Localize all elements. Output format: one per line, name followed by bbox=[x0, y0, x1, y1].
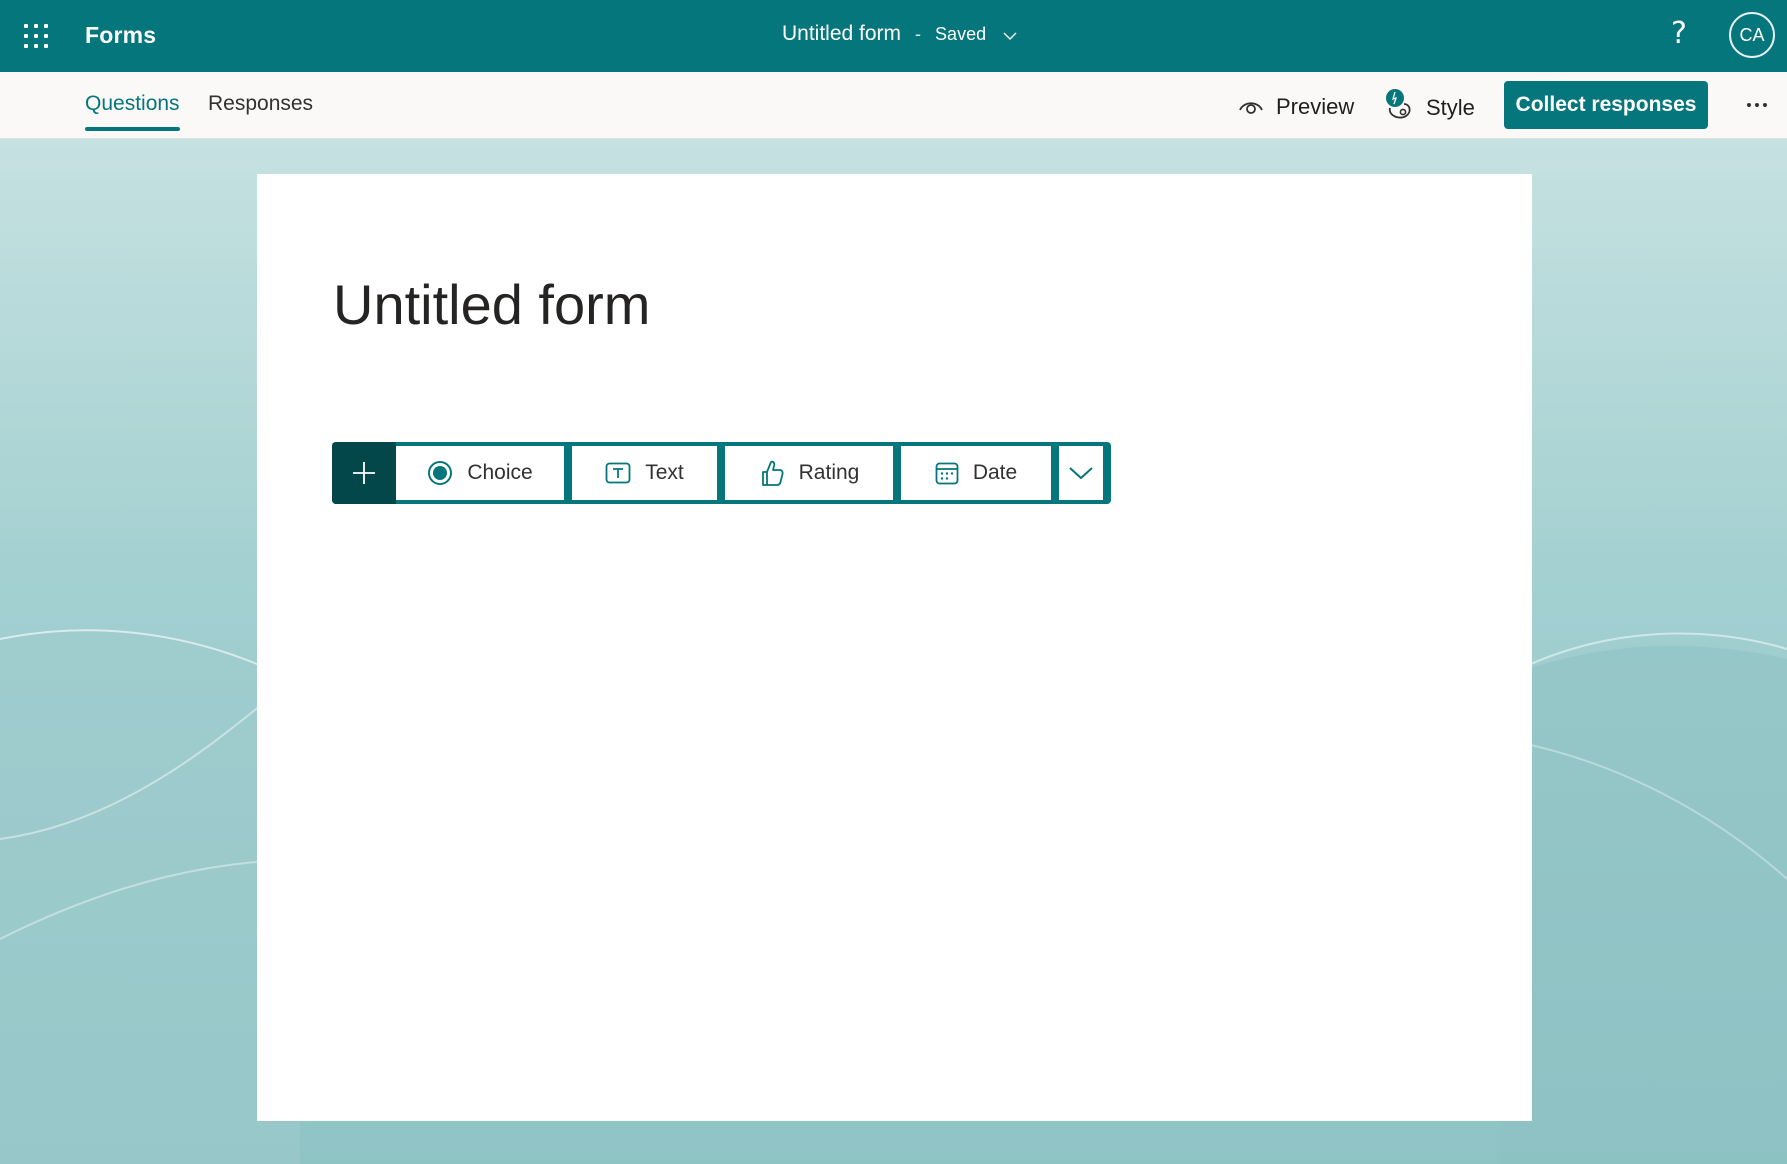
calendar-icon bbox=[935, 462, 959, 485]
save-status: Saved bbox=[935, 23, 987, 44]
thumb-up-icon bbox=[761, 460, 784, 486]
radio-icon bbox=[428, 461, 453, 485]
text-box-icon bbox=[605, 462, 631, 484]
app-name[interactable]: Forms bbox=[85, 22, 156, 49]
text-question-button[interactable]: Text bbox=[572, 446, 717, 500]
choice-label: Choice bbox=[467, 461, 533, 484]
collect-responses-button[interactable]: Collect responses bbox=[1504, 81, 1708, 129]
app-launcher-icon[interactable] bbox=[24, 24, 48, 48]
command-bar: Questions Responses Preview Style Collec… bbox=[0, 72, 1787, 139]
more-options-icon[interactable] bbox=[1742, 90, 1772, 120]
eye-icon bbox=[1239, 102, 1263, 114]
form-title[interactable]: Untitled form bbox=[333, 272, 650, 337]
more-question-types-button[interactable] bbox=[1059, 446, 1103, 500]
date-label: Date bbox=[972, 461, 1018, 484]
active-tab-indicator bbox=[85, 127, 180, 131]
rating-question-button[interactable]: Rating bbox=[725, 446, 893, 500]
palette-sparkle-icon bbox=[1386, 89, 1411, 119]
form-card: Untitled form Choice Text Rating Date bbox=[257, 174, 1532, 1121]
text-label: Text bbox=[645, 461, 684, 484]
style-label: Style bbox=[1426, 95, 1475, 120]
style-button[interactable]: Style bbox=[1384, 86, 1475, 122]
plus-icon bbox=[353, 462, 375, 484]
title-separator: - bbox=[915, 23, 922, 44]
chevron-down-icon bbox=[1069, 467, 1093, 480]
add-new-question-button[interactable] bbox=[332, 442, 396, 504]
help-button[interactable]: ? bbox=[1666, 16, 1692, 52]
tab-responses[interactable]: Responses bbox=[208, 92, 313, 116]
app-header: Forms Untitled form - Saved ? CA bbox=[0, 0, 1787, 72]
date-question-button[interactable]: Date bbox=[901, 446, 1051, 500]
choice-question-button[interactable]: Choice bbox=[396, 446, 564, 500]
add-question-toolbar: Choice Text Rating Date bbox=[332, 442, 1111, 504]
document-title-menu[interactable]: Untitled form - Saved bbox=[782, 22, 1018, 46]
preview-label: Preview bbox=[1276, 94, 1355, 119]
tab-questions[interactable]: Questions bbox=[85, 92, 180, 116]
chevron-down-icon bbox=[1003, 32, 1017, 40]
preview-button[interactable]: Preview bbox=[1238, 94, 1354, 120]
user-avatar[interactable]: CA bbox=[1729, 12, 1775, 58]
document-title: Untitled form bbox=[782, 22, 902, 45]
rating-label: Rating bbox=[798, 461, 860, 484]
